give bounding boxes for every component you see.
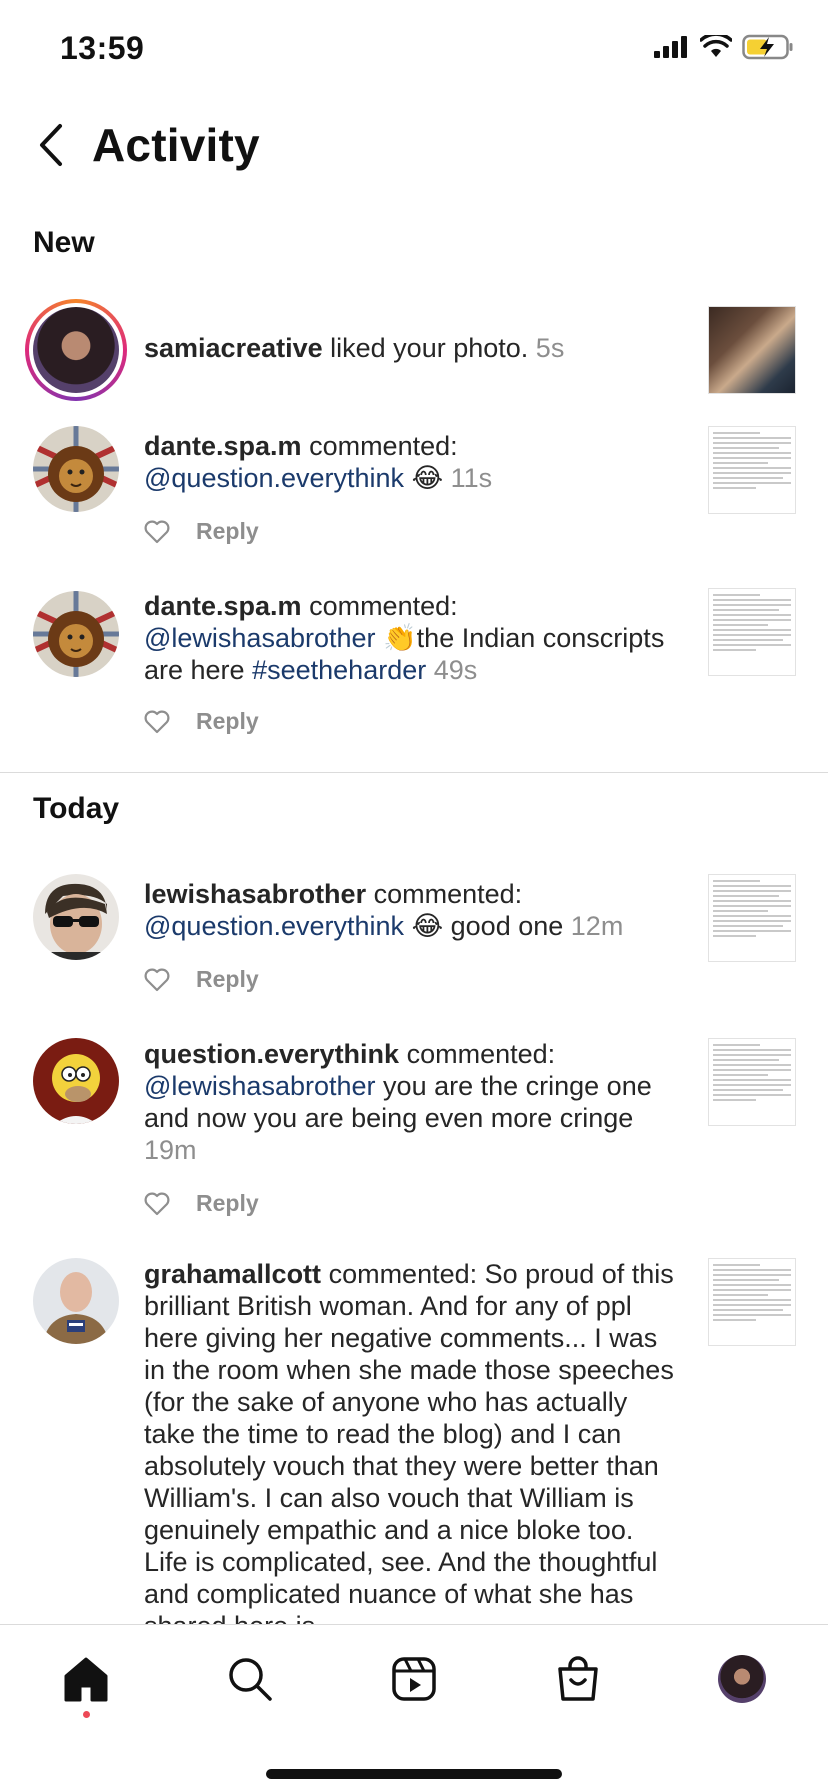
timestamp: 49s — [433, 655, 478, 685]
activity-action: commented: — [309, 591, 458, 621]
bottom-tab-bar — [0, 1624, 828, 1792]
avatar[interactable] — [33, 1038, 119, 1124]
heart-icon — [144, 968, 170, 991]
shopping-bag-icon — [558, 1656, 598, 1701]
tab-reels[interactable] — [384, 1649, 444, 1709]
hashtag-link[interactable]: #seetheharder — [252, 655, 426, 685]
username[interactable]: lewishasabrother — [144, 879, 366, 909]
status-time: 13:59 — [60, 30, 145, 66]
activity-text: dante.spa.m commented: @question.everyth… — [144, 430, 684, 494]
like-comment-button[interactable] — [144, 967, 172, 993]
home-indicator — [266, 1769, 562, 1779]
post-thumbnail[interactable] — [708, 306, 796, 394]
post-thumbnail[interactable] — [708, 874, 796, 962]
avatar — [33, 307, 119, 393]
username[interactable]: dante.spa.m — [144, 591, 302, 621]
activity-row[interactable]: dante.spa.m commented: @lewishasabrother… — [0, 588, 828, 738]
lion-avatar-image — [33, 426, 119, 512]
emoji: 👏 — [383, 623, 417, 653]
story-ring[interactable] — [25, 299, 127, 401]
reply-button[interactable]: Reply — [196, 518, 259, 545]
tab-profile[interactable] — [712, 1649, 772, 1709]
tab-home[interactable] — [56, 1649, 116, 1709]
activity-action: commented: — [406, 1039, 556, 1069]
battery-charging-icon — [742, 34, 793, 60]
person-avatar-image — [33, 1258, 119, 1344]
activity-text: question.everythink commented: @lewishas… — [144, 1038, 684, 1166]
timestamp: 12m — [570, 911, 624, 941]
avatar[interactable] — [33, 591, 119, 677]
tab-search[interactable] — [220, 1649, 280, 1709]
section-heading-new: New — [33, 226, 95, 259]
cellular-signal-icon — [654, 36, 687, 58]
activity-row[interactable]: dante.spa.m commented: @question.everyth… — [0, 426, 828, 566]
status-icons — [654, 34, 794, 60]
post-thumbnail[interactable] — [708, 426, 796, 514]
comment-actions: Reply — [144, 708, 259, 735]
activity-action: liked your photo. — [330, 333, 529, 363]
post-thumbnail[interactable] — [708, 1038, 796, 1126]
activity-header: Activity — [0, 110, 828, 180]
like-comment-button[interactable] — [144, 709, 172, 735]
wifi-icon — [700, 35, 732, 57]
home-icon — [64, 1657, 108, 1702]
section-divider — [0, 772, 828, 773]
cartoon-avatar-image — [33, 1038, 119, 1124]
heart-icon — [144, 1192, 170, 1215]
comment-actions: Reply — [144, 518, 259, 545]
page-title: Activity — [92, 119, 260, 171]
mention-link[interactable]: @lewishasabrother — [144, 1071, 376, 1101]
notification-dot — [83, 1711, 90, 1718]
heart-icon — [144, 710, 170, 733]
reply-button[interactable]: Reply — [196, 966, 259, 993]
comment-actions: Reply — [144, 1190, 259, 1217]
like-comment-button[interactable] — [144, 1191, 172, 1217]
activity-row[interactable]: grahamallcott commented: So proud of thi… — [0, 1258, 828, 1624]
activity-row[interactable]: samiacreative liked your photo. 5s — [0, 296, 828, 406]
avatar[interactable] — [33, 426, 119, 512]
activity-row[interactable]: lewishasabrother commented: @question.ev… — [0, 874, 828, 994]
username[interactable]: samiacreative — [144, 333, 323, 363]
mention-link[interactable]: @question.everythink — [144, 911, 404, 941]
back-button[interactable] — [36, 122, 76, 172]
avatar[interactable] — [33, 1258, 119, 1344]
search-icon — [229, 1658, 272, 1701]
reply-button[interactable]: Reply — [196, 1190, 259, 1217]
like-comment-button[interactable] — [144, 519, 172, 545]
activity-text: grahamallcott commented: So proud of thi… — [144, 1258, 684, 1624]
activity-action: commented: — [373, 879, 523, 909]
activity-text: samiacreative liked your photo. 5s — [144, 332, 684, 364]
mention-link[interactable]: @question.everythink — [144, 463, 404, 493]
profile-avatar-icon — [718, 1655, 766, 1703]
activity-row[interactable]: question.everythink commented: @lewishas… — [0, 1038, 828, 1218]
status-bar: 13:59 — [0, 0, 828, 100]
timestamp: 19m — [144, 1135, 197, 1165]
comment-text: So proud of this brilliant British woman… — [144, 1259, 674, 1624]
tab-shop[interactable] — [548, 1649, 608, 1709]
activity-text: lewishasabrother commented: @question.ev… — [144, 878, 684, 942]
username[interactable]: dante.spa.m — [144, 431, 302, 461]
heart-icon — [144, 520, 170, 543]
post-thumbnail[interactable] — [708, 588, 796, 676]
timestamp: 11s — [450, 463, 493, 493]
username[interactable]: question.everythink — [144, 1039, 399, 1069]
activity-text: dante.spa.m commented: @lewishasabrother… — [144, 590, 684, 686]
comment-actions: Reply — [144, 966, 259, 993]
section-heading-today: Today — [33, 792, 120, 825]
username[interactable]: grahamallcott — [144, 1259, 321, 1289]
comment-text: good one — [450, 911, 564, 941]
chevron-left-icon — [40, 124, 62, 166]
emoji: 😂 — [411, 463, 444, 493]
timestamp: 5s — [535, 333, 565, 363]
lion-avatar-image — [33, 591, 119, 677]
mention-link[interactable]: @lewishasabrother — [144, 623, 376, 653]
reply-button[interactable]: Reply — [196, 708, 259, 735]
activity-action: commented: — [309, 431, 458, 461]
emoji: 😂 — [411, 911, 444, 941]
activity-action: commented: — [328, 1259, 478, 1289]
reels-icon — [392, 1657, 436, 1701]
sunglasses-avatar-image — [33, 874, 119, 960]
avatar[interactable] — [33, 874, 119, 960]
post-thumbnail[interactable] — [708, 1258, 796, 1346]
